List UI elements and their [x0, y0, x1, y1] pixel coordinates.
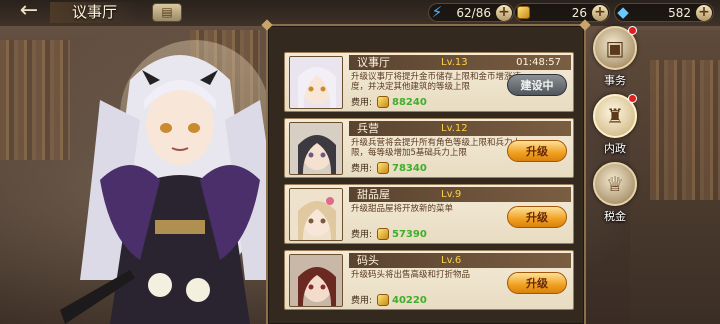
bookshelf-right — [650, 60, 720, 200]
back-button[interactable]: ← — [6, 0, 52, 23]
gold-coin-icon — [377, 96, 389, 108]
character-illustration — [60, 55, 285, 324]
building-name: 议事厅 — [357, 56, 390, 69]
building-description: 升级议事厅将提升金币储存上限和金币增涨速度，并决定其他建筑的等级上限 — [351, 72, 522, 92]
building-name: 兵营 — [357, 122, 379, 135]
building-level: Lv.13 — [441, 57, 468, 68]
energy-counter: ⚡ 62/86 + — [428, 3, 514, 22]
cost-label: 费用: — [351, 230, 373, 240]
build-timer: 01:48:57 — [516, 57, 561, 68]
add-gold-button[interactable]: + — [592, 5, 608, 21]
building-level: Lv.6 — [441, 255, 462, 266]
cost-label: 费用: — [351, 98, 373, 108]
gem-counter: ◆ 582 + — [614, 3, 714, 22]
character-avatar — [289, 56, 343, 109]
affairs-label: 事务 — [604, 74, 626, 87]
building-level: Lv.12 — [441, 123, 468, 134]
add-energy-button[interactable]: + — [496, 5, 512, 21]
building-row-council-hall[interactable]: 议事厅 Lv.13 01:48:57 升级议事厅将提升金币储存上限和金币增涨速度… — [284, 52, 574, 112]
cost-value: 57390 — [392, 229, 427, 240]
notification-dot — [628, 94, 637, 103]
character-avatar — [289, 188, 343, 241]
building-description: 升级码头将出售高级和打折物品 — [351, 270, 471, 280]
gold-coin-icon — [377, 162, 389, 174]
notification-dot — [628, 26, 637, 35]
upgrade-button[interactable]: 升级 — [507, 140, 567, 162]
gem-icon: ◆ — [617, 3, 629, 21]
cost-label: 费用: — [351, 164, 373, 174]
gold-coin-icon — [377, 294, 389, 306]
trophy-icon: ♕ — [606, 172, 624, 196]
gold-coin-icon — [377, 228, 389, 240]
character-avatar — [289, 254, 343, 307]
building-level: Lv.9 — [441, 189, 462, 200]
building-description: 升级甜品屋将开放新的菜单 — [351, 204, 454, 214]
cost-value: 40220 — [392, 295, 427, 306]
building-name: 甜品屋 — [357, 188, 390, 201]
building-row-barracks[interactable]: 兵营 Lv.12 升级兵营将会提升所有角色等级上限和兵力上限，每等级增加5基础兵… — [284, 118, 574, 178]
internal-affairs-label: 内政 — [604, 142, 626, 155]
character-avatar — [289, 122, 343, 175]
taxes-button[interactable]: ♕ — [593, 162, 637, 206]
cost-label: 费用: — [351, 296, 373, 306]
add-gem-button[interactable]: + — [696, 5, 712, 21]
page-title: 议事厅 — [72, 3, 118, 21]
lightning-icon: ⚡ — [431, 3, 443, 21]
back-arrow-icon: ← — [19, 0, 39, 23]
building-row-dessert-shop[interactable]: 甜品屋 Lv.9 升级甜品屋将开放新的菜单 费用: 57390 升级 — [284, 184, 574, 244]
building-name: 码头 — [357, 254, 379, 267]
building-row-dock[interactable]: 码头 Lv.6 升级码头将出售高级和打折物品 费用: 40220 升级 — [284, 250, 574, 310]
cost-value: 78340 — [392, 163, 427, 174]
building-in-progress-button[interactable]: 建设中 — [507, 74, 567, 96]
energy-value: 62/86 — [456, 6, 491, 20]
building-description: 升级兵营将会提升所有角色等级上限和兵力上限，每等级增加5基础兵力上限 — [351, 138, 522, 158]
wallet-button[interactable]: ▤ — [152, 3, 182, 22]
cost-value: 88240 — [392, 97, 427, 108]
building-list-panel: 议事厅 Lv.13 01:48:57 升级议事厅将提升金币储存上限和金币增涨速度… — [261, 19, 591, 324]
gem-value: 582 — [668, 6, 691, 20]
gold-counter: 26 + — [514, 3, 610, 22]
upgrade-button[interactable]: 升级 — [507, 272, 567, 294]
gold-coin-icon — [513, 2, 533, 23]
upgrade-button[interactable]: 升级 — [507, 206, 567, 228]
wallet-icon: ▤ — [161, 5, 173, 19]
taxes-label: 税金 — [604, 210, 626, 223]
